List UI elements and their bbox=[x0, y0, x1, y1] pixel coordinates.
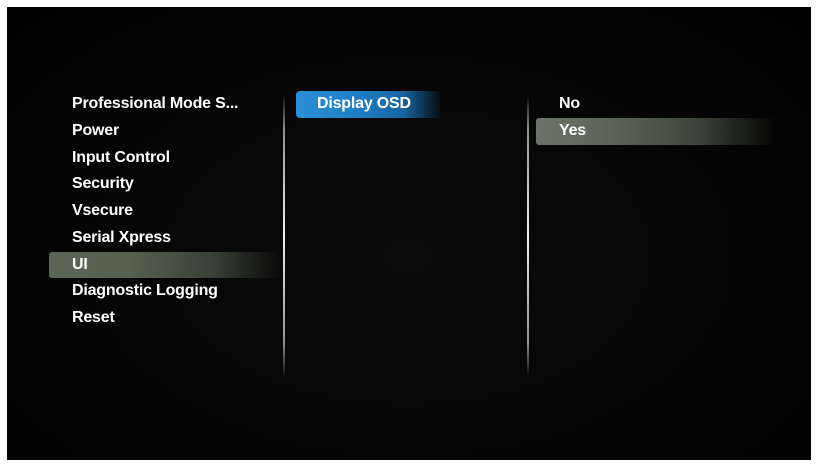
menu-item-power[interactable]: Power bbox=[49, 118, 281, 145]
menu-item-security[interactable]: Security bbox=[49, 171, 281, 198]
option-no[interactable]: No bbox=[536, 91, 776, 118]
option-yes[interactable]: Yes bbox=[536, 117, 776, 145]
option-menu: No Yes bbox=[536, 91, 776, 145]
menu-item-professional-mode-settings[interactable]: Professional Mode S... bbox=[49, 91, 281, 118]
menu-item-reset[interactable]: Reset bbox=[49, 305, 281, 332]
menu-item-serial-xpress[interactable]: Serial Xpress bbox=[49, 225, 281, 252]
menu-item-diagnostic-logging[interactable]: Diagnostic Logging bbox=[49, 278, 281, 305]
column-divider bbox=[527, 95, 529, 377]
category-menu: Professional Mode S... Power Input Contr… bbox=[49, 91, 281, 332]
column-divider bbox=[283, 95, 285, 377]
menu-item-display-osd[interactable]: Display OSD bbox=[296, 91, 440, 118]
menu-item-vsecure[interactable]: Vsecure bbox=[49, 198, 281, 225]
setting-menu: Display OSD bbox=[296, 91, 440, 118]
menu-item-ui[interactable]: UI bbox=[49, 251, 281, 279]
menu-item-input-control[interactable]: Input Control bbox=[49, 145, 281, 172]
osd-screen: Professional Mode S... Power Input Contr… bbox=[7, 7, 811, 460]
